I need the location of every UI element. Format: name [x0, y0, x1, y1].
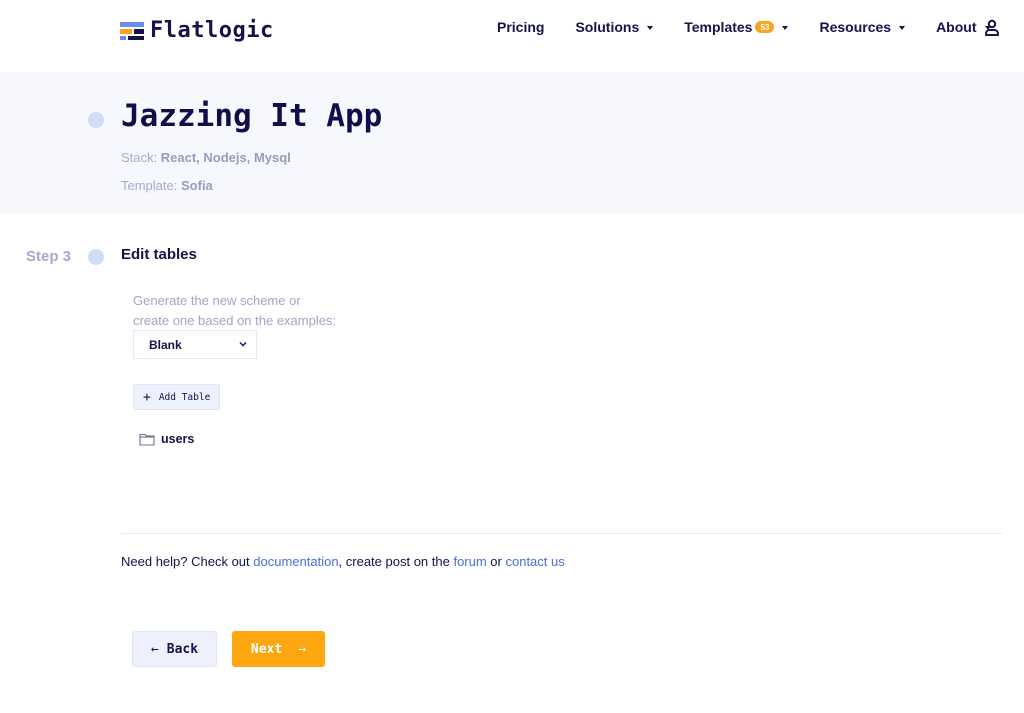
- scheme-select[interactable]: Blank: [133, 330, 257, 359]
- scheme-select-value: Blank: [149, 337, 182, 352]
- nav-resources-label: Resources: [819, 19, 892, 35]
- help-middle: , create post on the: [338, 554, 454, 569]
- logo-text: Flatlogic: [150, 18, 274, 43]
- template-value: Sofia: [181, 178, 213, 193]
- template-label: Template:: [121, 178, 178, 193]
- nav-about[interactable]: About: [936, 19, 991, 35]
- nav-pricing[interactable]: Pricing: [497, 19, 544, 35]
- stack-value: React, Nodejs, Mysql: [160, 150, 291, 165]
- nav-pricing-label: Pricing: [497, 19, 545, 35]
- user-icon[interactable]: [984, 19, 1000, 37]
- documentation-link[interactable]: documentation: [253, 554, 338, 569]
- back-button[interactable]: ← Back: [132, 631, 217, 667]
- project-stack: Stack: React, Nodejs, Mysql: [121, 150, 291, 165]
- table-name: users: [161, 432, 195, 446]
- arrow-left-icon: ←: [150, 641, 159, 657]
- back-label: Back: [166, 641, 199, 657]
- main-nav: Pricing Solutions Templates 53 Resources…: [497, 18, 991, 36]
- nav-solutions-label: Solutions: [575, 19, 640, 35]
- scheme-description-line: create one based on the examples:: [133, 313, 337, 328]
- caret-down-icon: [899, 26, 906, 30]
- step-dot: [88, 249, 104, 265]
- next-button[interactable]: Next →: [232, 631, 325, 667]
- step-number: Step 3: [26, 248, 72, 265]
- folder-icon: [139, 433, 155, 446]
- nav-about-label: About: [936, 19, 977, 35]
- top-navbar: Flatlogic Pricing Solutions Templates 53…: [0, 0, 1024, 72]
- scheme-description: Generate the new scheme or create one ba…: [133, 291, 373, 331]
- caret-down-icon: [647, 26, 654, 30]
- nav-templates-label: Templates: [684, 19, 753, 35]
- table-item-users[interactable]: users: [139, 432, 194, 446]
- nav-templates[interactable]: Templates 53: [684, 19, 789, 35]
- scheme-description-line: Generate the new scheme or: [133, 293, 301, 308]
- next-label: Next: [250, 641, 283, 657]
- arrow-right-icon: →: [298, 641, 307, 657]
- help-text: Need help? Check out documentation, crea…: [121, 554, 565, 569]
- stack-label: Stack:: [121, 150, 158, 165]
- section-divider: [121, 533, 1002, 534]
- chevron-down-icon: [239, 342, 247, 347]
- timeline-dot: [88, 112, 104, 128]
- templates-count-badge: 53: [755, 21, 775, 33]
- plus-icon: +: [143, 389, 151, 405]
- add-table-label: Add Table: [158, 391, 211, 403]
- contact-us-link[interactable]: contact us: [505, 554, 564, 569]
- forum-link[interactable]: forum: [453, 554, 486, 569]
- caret-down-icon: [782, 26, 789, 30]
- flatlogic-logo[interactable]: Flatlogic: [120, 18, 274, 43]
- add-table-button[interactable]: + Add Table: [133, 384, 220, 410]
- help-or: or: [486, 554, 506, 569]
- nav-solutions[interactable]: Solutions: [575, 19, 654, 35]
- project-title: Jazzing It App: [121, 98, 383, 134]
- logo-mark-icon: [120, 21, 144, 41]
- nav-resources[interactable]: Resources: [819, 19, 906, 35]
- step-title: Edit tables: [121, 246, 197, 263]
- help-prefix: Need help? Check out: [121, 554, 254, 569]
- project-template: Template: Sofia: [121, 178, 213, 193]
